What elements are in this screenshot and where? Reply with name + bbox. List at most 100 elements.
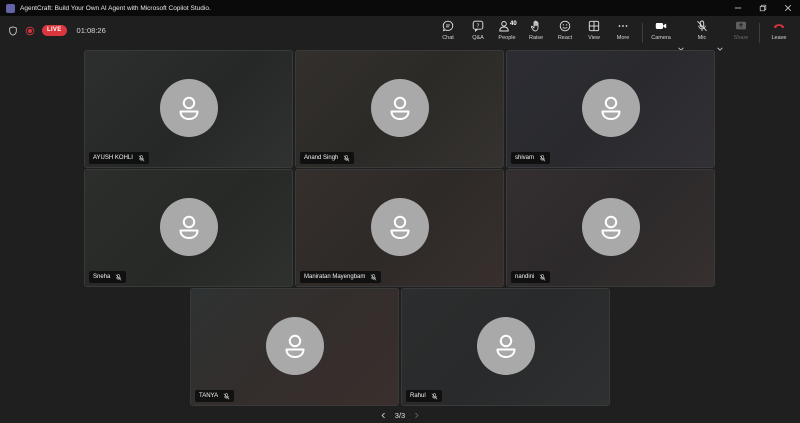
react-button[interactable]: React bbox=[551, 20, 579, 46]
participant-name: TANYA bbox=[199, 393, 219, 399]
view-button[interactable]: View bbox=[580, 20, 608, 46]
teams-logo-icon bbox=[6, 3, 15, 13]
chat-button[interactable]: Chat bbox=[434, 20, 462, 46]
name-tag: Rahul bbox=[406, 390, 442, 402]
people-label: People bbox=[498, 35, 516, 41]
meeting-toolbar: LIVE 01:08:26 Chat ? Q&A 40 People Raise… bbox=[0, 16, 800, 51]
raise-hand-button[interactable]: Raise bbox=[522, 20, 550, 46]
page-indicator: 3/3 bbox=[394, 410, 406, 420]
avatar bbox=[159, 79, 218, 137]
window-controls bbox=[725, 0, 800, 16]
more-label: More bbox=[616, 35, 630, 41]
chat-icon bbox=[442, 20, 454, 32]
name-tag: Sneha bbox=[89, 271, 127, 283]
more-dots-icon bbox=[618, 25, 628, 27]
minimize-icon bbox=[734, 7, 741, 9]
share-screen-icon bbox=[736, 21, 746, 30]
avatar bbox=[159, 198, 218, 256]
leave-label: Leave bbox=[771, 35, 787, 41]
participant-tile[interactable]: Anand Singh bbox=[295, 50, 504, 168]
participant-name: shivam bbox=[515, 155, 535, 161]
participant-tile[interactable]: shivam bbox=[506, 50, 715, 168]
mic-muted-icon bbox=[115, 273, 122, 280]
restore-button[interactable] bbox=[750, 0, 775, 16]
toolbar-divider bbox=[642, 23, 643, 43]
avatar bbox=[370, 79, 429, 137]
name-tag: nandini bbox=[511, 271, 551, 283]
person-icon bbox=[601, 96, 620, 120]
camera-button[interactable]: Camera bbox=[647, 20, 675, 46]
minimize-button[interactable] bbox=[725, 0, 750, 16]
name-tag: AYUSH KOHLI bbox=[89, 152, 149, 164]
participant-name: AYUSH KOHLI bbox=[93, 155, 133, 161]
raise-hand-icon bbox=[530, 20, 539, 32]
meeting-status: LIVE 01:08:26 bbox=[8, 25, 106, 36]
person-icon bbox=[601, 215, 620, 239]
avatar bbox=[581, 79, 640, 137]
svg-text:?: ? bbox=[477, 23, 480, 29]
participant-name: nandini bbox=[515, 274, 535, 280]
mic-muted-icon bbox=[431, 392, 438, 399]
participant-tile[interactable]: AYUSH KOHLI bbox=[84, 50, 293, 168]
participant-name: Rahul bbox=[410, 393, 426, 399]
mic-button[interactable]: Mic bbox=[688, 20, 716, 46]
mic-muted-icon bbox=[371, 273, 377, 280]
shield-icon[interactable] bbox=[8, 25, 18, 36]
participant-grid: AYUSH KOHLI Anand Singh shivam Sneha Man… bbox=[0, 48, 800, 408]
mic-muted-icon bbox=[138, 154, 145, 161]
mic-muted-icon bbox=[223, 392, 230, 399]
person-icon bbox=[179, 96, 198, 120]
mic-muted-icon bbox=[697, 20, 707, 32]
raise-label: Raise bbox=[528, 35, 544, 41]
recording-icon bbox=[25, 26, 35, 35]
window-title: AgentCraft: Build Your Own AI Agent with… bbox=[20, 4, 211, 12]
name-tag: TANYA bbox=[195, 390, 235, 402]
participant-tile[interactable]: nandini bbox=[506, 169, 715, 287]
participant-name: Anand Singh bbox=[304, 155, 339, 161]
participant-name: Maniratan Mayengbam bbox=[304, 274, 366, 280]
person-icon bbox=[179, 215, 198, 239]
meeting-timer: 01:08:26 bbox=[76, 26, 106, 35]
restore-icon bbox=[759, 4, 766, 12]
camera-icon bbox=[655, 23, 667, 29]
live-badge: LIVE bbox=[42, 25, 67, 36]
participant-tile[interactable]: Sneha bbox=[84, 169, 293, 287]
name-tag: shivam bbox=[511, 152, 551, 164]
window-title-bar: AgentCraft: Build Your Own AI Agent with… bbox=[0, 0, 800, 16]
name-tag: Maniratan Mayengbam bbox=[300, 271, 382, 283]
hang-up-icon bbox=[774, 24, 784, 28]
qa-label: Q&A bbox=[472, 35, 484, 41]
previous-page-chevron-left-icon[interactable] bbox=[380, 412, 387, 419]
view-label: View bbox=[588, 35, 600, 41]
chat-label: Chat bbox=[442, 35, 454, 41]
toolbar-divider bbox=[759, 23, 760, 43]
gallery-pagination: 3/3 bbox=[0, 409, 800, 421]
avatar bbox=[265, 317, 324, 375]
person-icon bbox=[390, 215, 409, 239]
people-icon bbox=[498, 21, 509, 32]
qa-button[interactable]: ? Q&A bbox=[464, 20, 492, 46]
mic-label: Mic bbox=[697, 35, 707, 41]
name-tag: Anand Singh bbox=[300, 152, 355, 164]
more-button[interactable]: More bbox=[609, 20, 637, 46]
close-icon bbox=[784, 4, 791, 12]
avatar bbox=[370, 198, 429, 256]
person-icon bbox=[496, 334, 515, 358]
camera-label: Camera bbox=[651, 35, 671, 41]
people-button[interactable]: 40 People bbox=[493, 20, 521, 46]
leave-button[interactable]: Leave bbox=[765, 20, 793, 46]
close-button[interactable] bbox=[775, 0, 800, 16]
people-count: 40 bbox=[510, 21, 517, 27]
avatar bbox=[581, 198, 640, 256]
participant-tile[interactable]: Maniratan Mayengbam bbox=[295, 169, 504, 287]
grid-view-icon bbox=[588, 20, 600, 32]
smiley-icon bbox=[559, 20, 571, 32]
participant-tile[interactable]: Rahul bbox=[401, 288, 610, 406]
person-icon bbox=[285, 334, 304, 358]
person-icon bbox=[390, 96, 409, 120]
next-page-chevron-right-icon[interactable] bbox=[413, 412, 420, 419]
share-button[interactable]: Share bbox=[727, 20, 755, 46]
participant-tile[interactable]: TANYA bbox=[190, 288, 399, 406]
mic-muted-icon bbox=[539, 273, 546, 280]
qa-icon: ? bbox=[472, 20, 484, 32]
